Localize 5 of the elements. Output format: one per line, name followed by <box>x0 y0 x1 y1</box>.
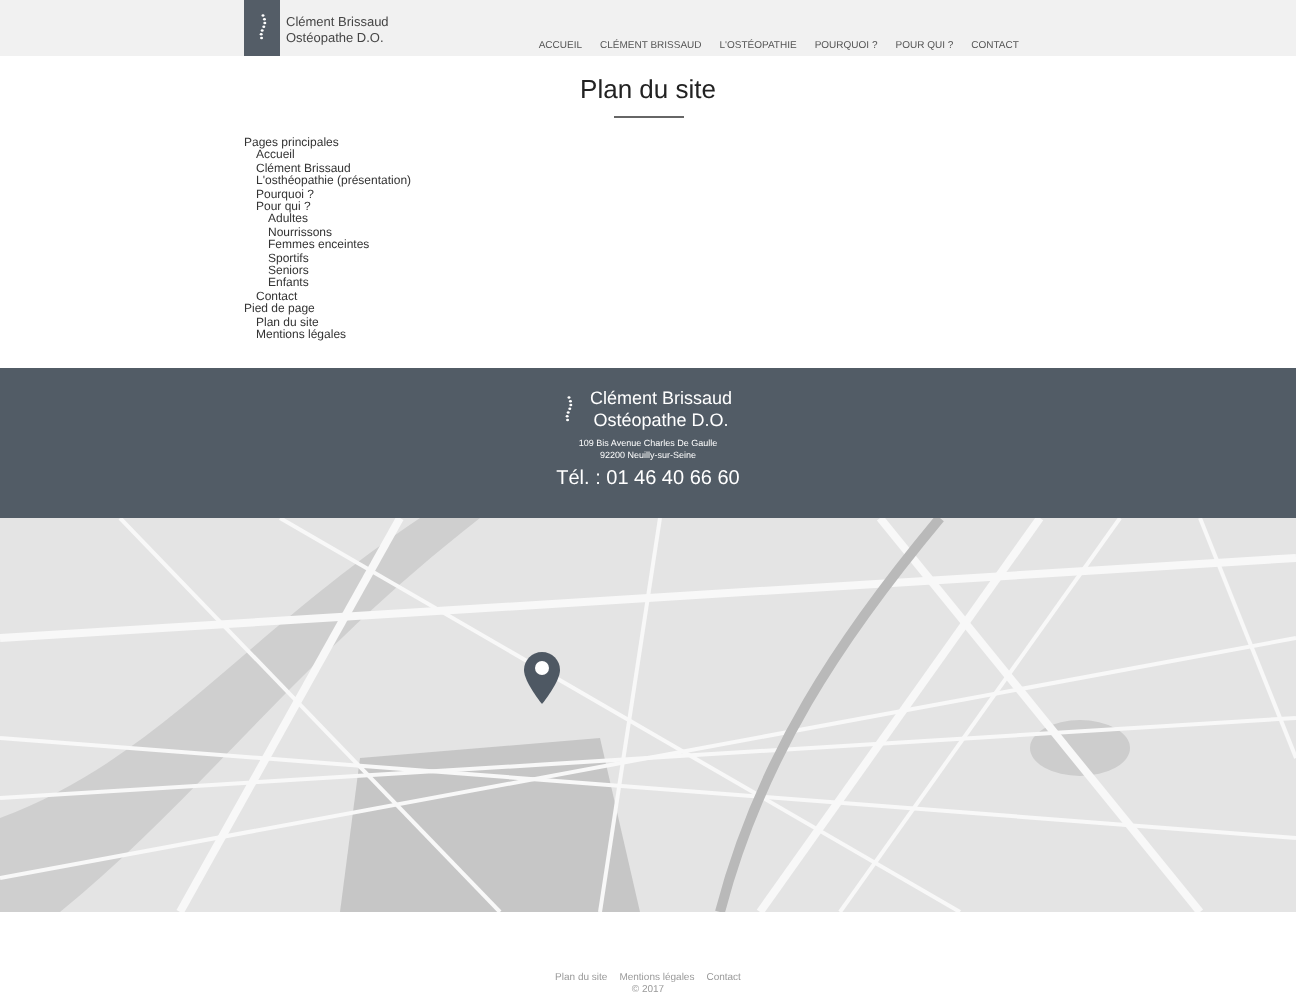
phone-number: Tél. : 01 46 40 66 60 <box>556 466 740 492</box>
band-title: Ostéopathe D.O. <box>593 410 729 432</box>
band-name: Clément Brissaud <box>589 388 733 410</box>
map-pin-icon <box>524 652 560 704</box>
page-title: Plan du site <box>580 74 716 106</box>
